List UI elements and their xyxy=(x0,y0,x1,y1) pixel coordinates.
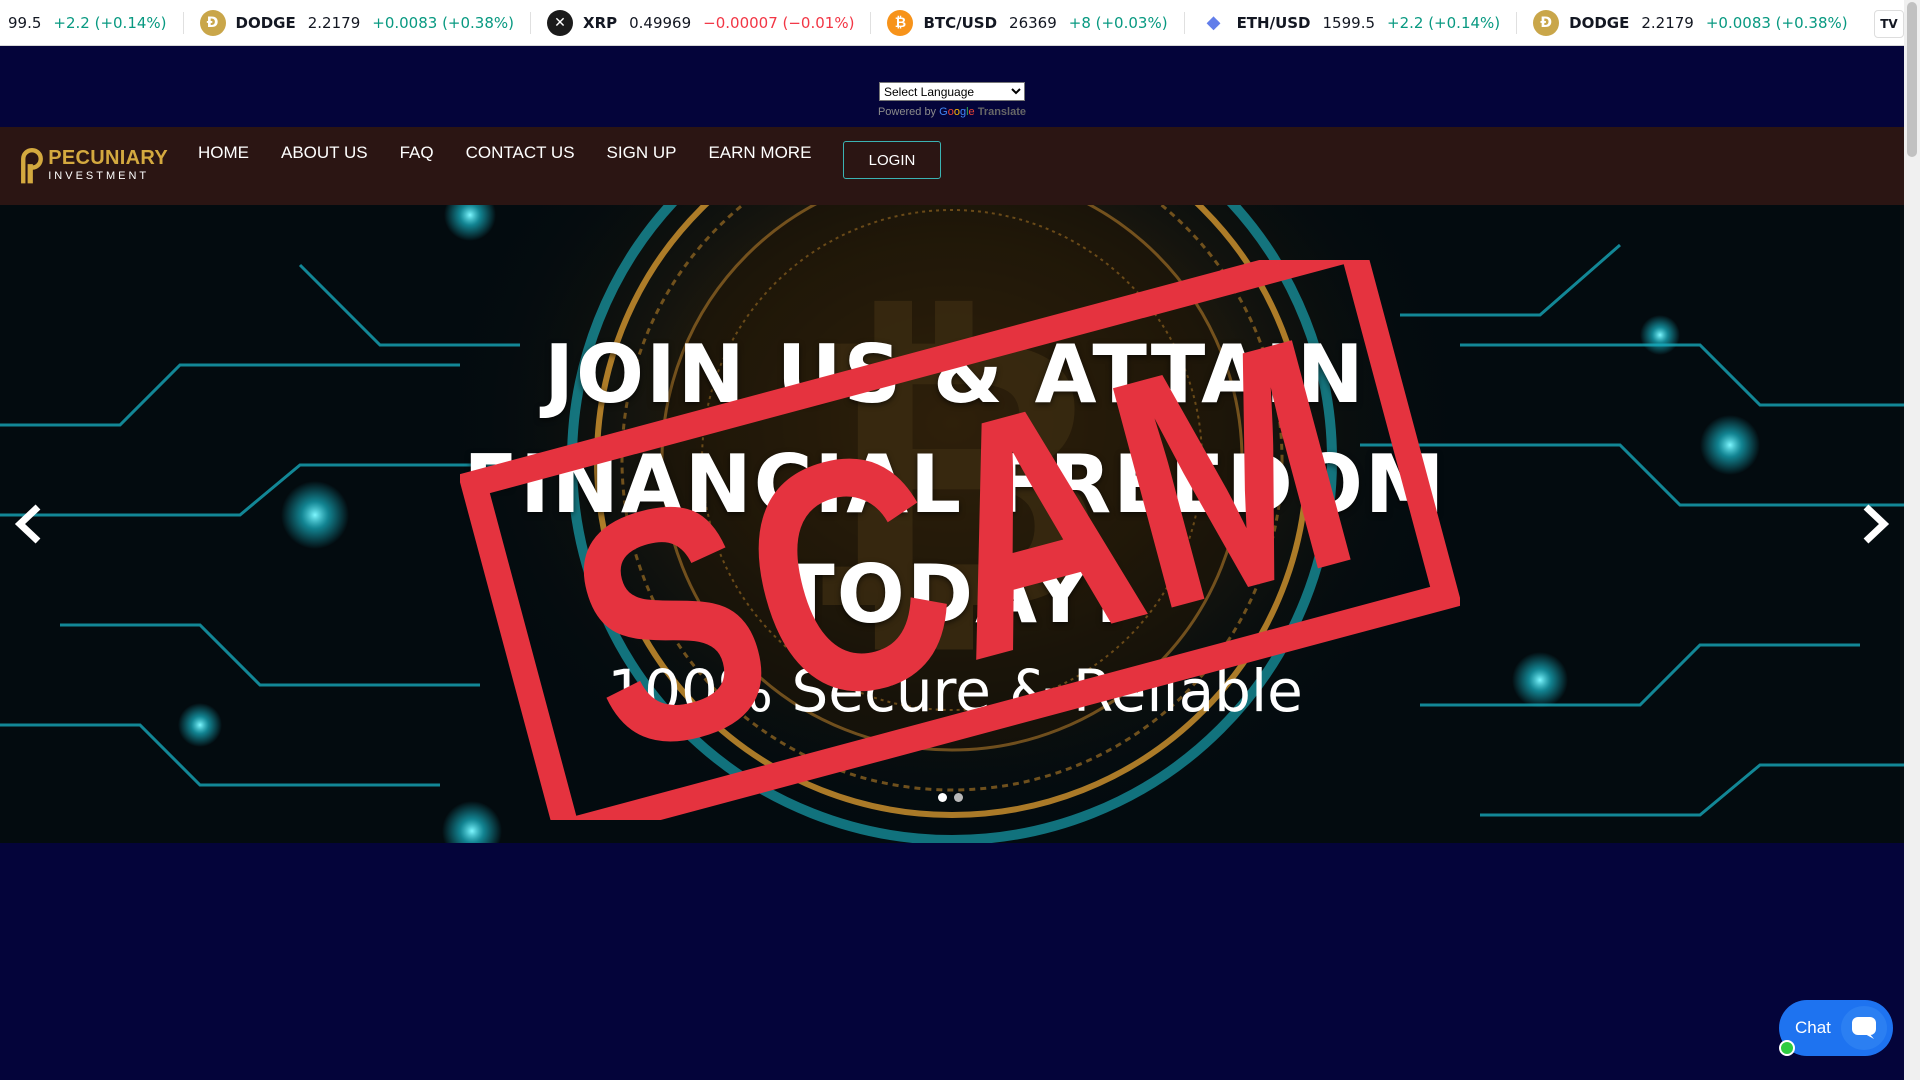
nav-about-us[interactable]: ABOUT US xyxy=(265,142,384,164)
logo-text: PECUNIARY INVESTMENT xyxy=(48,147,168,183)
translate-link[interactable]: Translate xyxy=(978,106,1026,118)
language-select[interactable]: Select Language xyxy=(879,82,1025,101)
logo-subtitle: INVESTMENT xyxy=(48,170,150,182)
hero-carousel: ₿ JOIN US & ATTAIN FINANCIAL FREEDOM TOD… xyxy=(0,205,1904,843)
hero-heading: JOIN US & ATTAIN FINANCIAL FREEDOM TODAY… xyxy=(440,320,1470,650)
doge-coin-icon: Ð xyxy=(1533,9,1560,36)
xrp-icon: ✕ xyxy=(547,9,573,36)
nav-home[interactable]: HOME xyxy=(182,142,265,164)
crypto-ticker-bar: 99.5 +2.2 (+0.14%) Ð DODGE 2.2179 +0.008… xyxy=(0,0,1904,46)
bitcoin-icon: ₿ xyxy=(887,9,914,36)
carousel-next-arrow-icon[interactable] xyxy=(1856,503,1892,545)
login-button[interactable]: LOGIN xyxy=(843,141,941,179)
chat-label: Chat xyxy=(1795,1018,1831,1037)
ticker-change: +0.0083 (+0.38%) xyxy=(372,13,514,32)
ticker-item[interactable]: ◆ ETH/USD 1599.5 +2.2 (+0.14%) xyxy=(1185,0,1518,45)
ethereum-icon: ◆ xyxy=(1200,9,1227,36)
ticker-price: 26369 xyxy=(1009,13,1057,32)
powered-by-label: Powered by xyxy=(877,106,937,118)
ticker-item[interactable]: ₿ BTC/USD 26369 +8 (+0.03%) xyxy=(871,0,1185,45)
ticker-price: 99.5 xyxy=(8,13,42,32)
nav-faq[interactable]: FAQ xyxy=(384,142,450,164)
ticker-change: +0.0083 (+0.38%) xyxy=(1705,13,1848,32)
ticker-change: +2.2 (+0.14%) xyxy=(1387,13,1501,32)
ticker-symbol: BTC/USD xyxy=(923,13,998,32)
ticker-symbol: ETH/USD xyxy=(1236,13,1311,32)
scrollbar-thumb[interactable] xyxy=(1907,2,1917,157)
carousel-indicators xyxy=(938,793,963,802)
page-scrollbar[interactable] xyxy=(1904,0,1920,1080)
online-status-dot xyxy=(1779,1040,1795,1056)
google-logo-icon[interactable]: Google xyxy=(939,106,975,118)
chat-widget-button[interactable]: Chat xyxy=(1779,1000,1893,1056)
ticker-item[interactable]: Ð DODGE 2.2179 +0.0083 (+0.38%) xyxy=(184,0,532,45)
ticker-item[interactable]: ✕ XRP 0.49969 −0.00007 (−0.01%) xyxy=(531,0,872,45)
ticker-change: +2.2 (+0.14%) xyxy=(53,13,167,32)
ticker-symbol: XRP xyxy=(583,13,618,32)
ticker-price: 0.49969 xyxy=(629,13,692,32)
main-navbar: PECUNIARY INVESTMENT HOME ABOUT US FAQ C… xyxy=(0,127,1904,205)
nav-earn-more[interactable]: EARN MORE xyxy=(692,142,827,164)
ticker-change: +8 (+0.03%) xyxy=(1068,13,1168,32)
carousel-prev-arrow-icon[interactable] xyxy=(12,503,48,545)
ticker-symbol: DODGE xyxy=(1569,13,1630,32)
tradingview-logo-icon[interactable]: TV xyxy=(1874,10,1904,38)
carousel-dot[interactable] xyxy=(954,793,963,802)
ticker-price: 2.2179 xyxy=(1641,13,1694,32)
carousel-dot[interactable] xyxy=(938,793,947,802)
logo-mark-icon xyxy=(21,147,43,184)
ticker-symbol: DODGE xyxy=(235,13,296,32)
hero-heading-line: FINANCIAL FREEDOM xyxy=(463,438,1447,531)
hero-subheading: 100% Secure & Reliable xyxy=(607,657,1303,725)
ticker-item[interactable]: Ð DODGE 2.2179 +0.0083 (+0.38%) xyxy=(1517,0,1864,45)
site-logo[interactable]: PECUNIARY INVESTMENT xyxy=(18,141,168,189)
ticker-price: 1599.5 xyxy=(1322,13,1376,32)
doge-coin-icon: Ð xyxy=(199,9,226,36)
hero-heading-line: JOIN US & ATTAIN xyxy=(544,328,1366,421)
powered-by-google: Powered by Google Translate xyxy=(876,106,1028,118)
logo-title: PECUNIARY xyxy=(48,147,168,169)
hero-heading-line: TODAY! xyxy=(780,548,1130,641)
nav-links: HOME ABOUT US FAQ CONTACT US SIGN UP EAR… xyxy=(182,142,827,164)
ticker-price: 2.2179 xyxy=(307,13,361,32)
nav-contact-us[interactable]: CONTACT US xyxy=(450,142,591,164)
nav-sign-up[interactable]: SIGN UP xyxy=(591,142,693,164)
google-translate-widget: Select Language Powered by Google Transl… xyxy=(876,82,1028,118)
ticker-item[interactable]: 99.5 +2.2 (+0.14%) xyxy=(0,0,184,45)
chat-bubble-icon xyxy=(1841,1006,1887,1050)
ticker-change: −0.00007 (−0.01%) xyxy=(703,13,855,32)
ticker-track: 99.5 +2.2 (+0.14%) Ð DODGE 2.2179 +0.008… xyxy=(0,0,1865,45)
